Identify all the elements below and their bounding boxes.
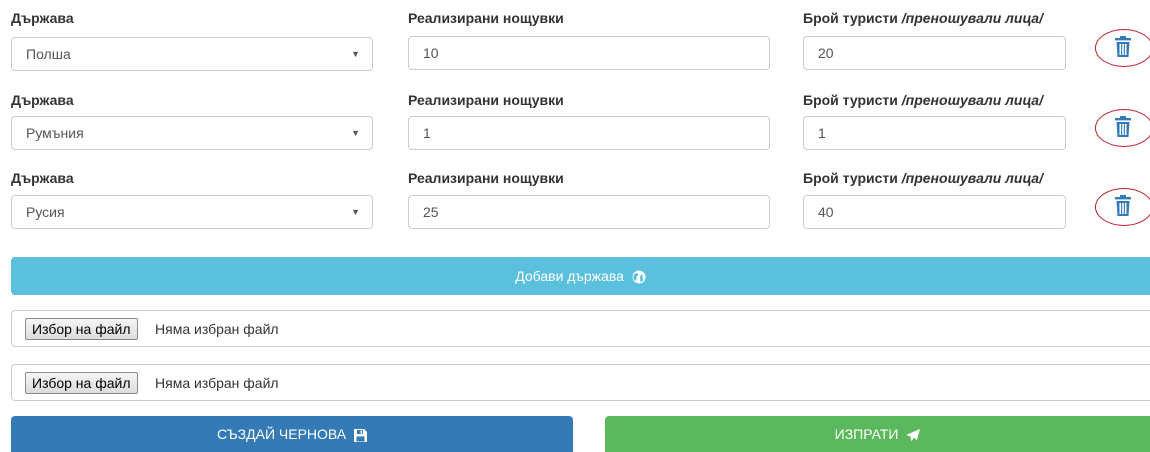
delete-row-button[interactable]: [1095, 29, 1150, 67]
caret-down-icon: ▼: [351, 207, 360, 217]
send-button[interactable]: ИЗПРАТИ: [605, 416, 1150, 452]
country-label: Държава: [11, 92, 74, 108]
save-icon: [354, 428, 368, 442]
country-select[interactable]: Полша ▼: [11, 37, 373, 71]
nights-input[interactable]: 10: [408, 36, 770, 70]
country-select-value: Русия: [26, 204, 65, 220]
trash-icon: [1115, 195, 1131, 216]
nights-input[interactable]: 25: [408, 195, 770, 229]
tourists-label-text: Брой туристи: [803, 92, 898, 108]
caret-down-icon: ▼: [351, 49, 360, 59]
trash-icon: [1115, 116, 1131, 137]
tourists-label-text: Брой туристи: [803, 10, 898, 26]
country-select[interactable]: Русия ▼: [11, 195, 373, 229]
country-label: Държава: [11, 10, 74, 26]
add-country-button[interactable]: Добави държава: [11, 257, 1150, 295]
tourists-input[interactable]: 20: [803, 36, 1066, 70]
create-draft-button[interactable]: СЪЗДАЙ ЧЕРНОВА: [11, 416, 573, 452]
nights-label: Реализирани нощувки: [408, 92, 564, 108]
tourists-label-italic: /преношували лица/: [901, 170, 1043, 186]
tourists-input[interactable]: 40: [803, 195, 1066, 229]
file-status: Няма избран файл: [155, 321, 279, 337]
country-select-value: Румъния: [26, 125, 84, 141]
tourists-input[interactable]: 1: [803, 116, 1066, 150]
delete-row-button[interactable]: [1095, 188, 1150, 226]
caret-down-icon: ▼: [351, 128, 360, 138]
add-country-label: Добави държава: [515, 268, 624, 284]
tourists-label: Брой туристи /преношували лица/: [803, 10, 1043, 26]
paper-plane-icon: [906, 428, 921, 442]
nights-label: Реализирани нощувки: [408, 170, 564, 186]
file-status: Няма избран файл: [155, 375, 279, 391]
country-select[interactable]: Румъния ▼: [11, 116, 373, 150]
nights-label: Реализирани нощувки: [408, 10, 564, 26]
nights-input[interactable]: 1: [408, 116, 770, 150]
tourists-label: Брой туристи /преношували лица/: [803, 92, 1043, 108]
file-input[interactable]: Избор на файл Няма избран файл: [11, 364, 1150, 401]
tourists-label-italic: /преношували лица/: [901, 92, 1043, 108]
tourists-label-text: Брой туристи: [803, 170, 898, 186]
tourists-label: Брой туристи /преношували лица/: [803, 170, 1043, 186]
file-input[interactable]: Избор на файл Няма избран файл: [11, 310, 1150, 347]
globe-icon: [632, 270, 646, 284]
create-draft-label: СЪЗДАЙ ЧЕРНОВА: [216, 426, 347, 442]
tourists-label-italic: /преношували лица/: [901, 10, 1043, 26]
send-label: ИЗПРАТИ: [834, 426, 899, 442]
delete-row-button[interactable]: [1095, 109, 1150, 147]
choose-file-button[interactable]: Избор на файл: [25, 372, 138, 394]
choose-file-button[interactable]: Избор на файл: [25, 318, 138, 340]
country-select-value: Полша: [26, 46, 71, 62]
trash-icon: [1115, 36, 1131, 57]
country-label: Държава: [11, 170, 74, 186]
